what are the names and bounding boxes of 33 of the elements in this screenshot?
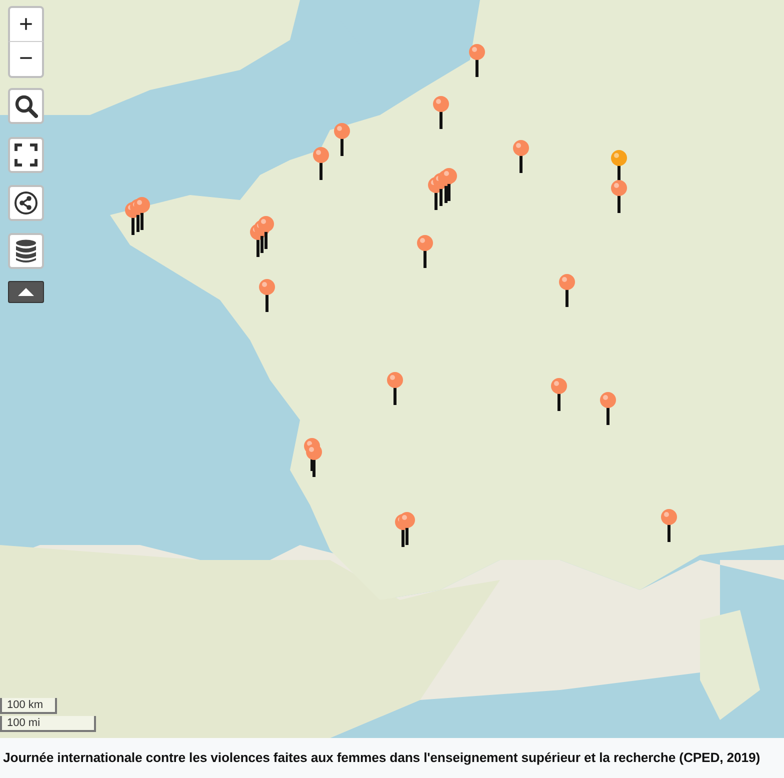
search-icon [14, 94, 38, 118]
pin-cluster[interactable] [427, 167, 458, 211]
search-button[interactable] [8, 88, 44, 124]
map-pin[interactable] [599, 391, 617, 426]
map-pin[interactable] [416, 234, 434, 269]
share-icon [14, 191, 38, 215]
map-pin[interactable] [558, 273, 576, 308]
pin-cluster[interactable] [394, 511, 416, 548]
layers-button[interactable] [8, 233, 44, 269]
map-caption: Journée internationale contre les violences faites aux femmes dans l'enseignement supérieur et la recherche (CPED, 2019) [3, 749, 760, 768]
scale-imperial: 100 mi [0, 716, 96, 732]
map-pin[interactable] [258, 278, 276, 313]
zoom-out-button[interactable]: − [8, 42, 44, 78]
map-pin[interactable] [386, 371, 404, 406]
share-button[interactable] [8, 185, 44, 221]
map-pin[interactable] [312, 146, 330, 181]
caret-up-icon [18, 288, 34, 296]
map-pin[interactable] [512, 139, 530, 174]
map-pin[interactable] [468, 43, 486, 78]
map-pin[interactable] [432, 95, 450, 130]
zoom-in-button[interactable]: + [8, 6, 44, 42]
map-pin[interactable] [550, 377, 568, 412]
collapse-button[interactable] [8, 281, 44, 303]
fullscreen-button[interactable] [8, 137, 44, 173]
scale-metric: 100 km [0, 698, 57, 714]
pin-cluster[interactable] [124, 196, 151, 236]
pin-cluster[interactable] [249, 215, 275, 258]
database-icon [14, 239, 38, 263]
pin-cluster[interactable] [303, 437, 323, 478]
map-pin[interactable] [333, 122, 351, 157]
map-pin[interactable] [610, 179, 628, 214]
fullscreen-icon [14, 143, 38, 167]
map-pin[interactable] [660, 508, 678, 543]
